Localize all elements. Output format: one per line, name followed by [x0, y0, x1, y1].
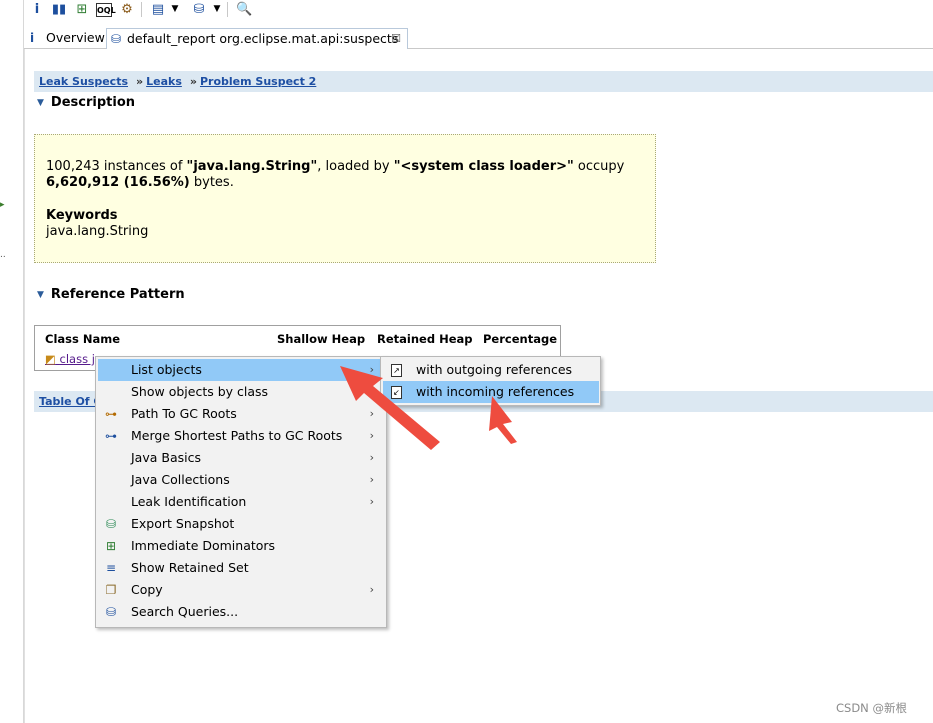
annotation-arrow-icon [340, 366, 440, 450]
annotation-arrow-icon [489, 396, 517, 444]
watermark: CSDN @新根 [836, 701, 907, 715]
annotation-arrows [340, 366, 517, 450]
